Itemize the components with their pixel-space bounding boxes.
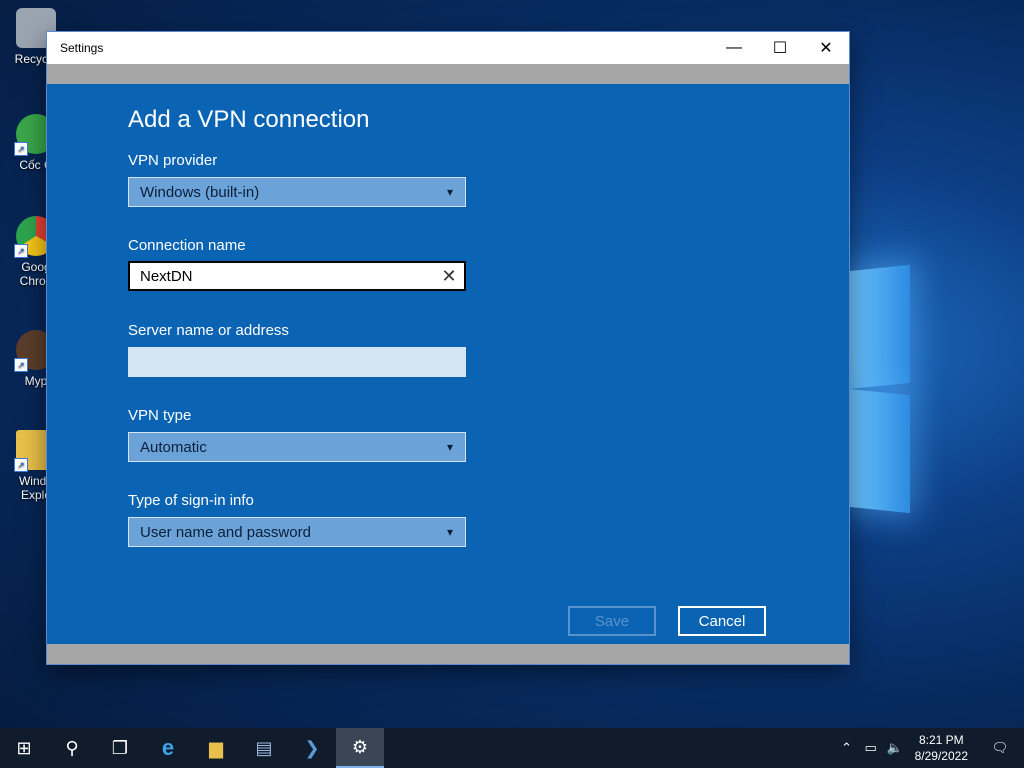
- internet-explorer-button[interactable]: e: [144, 728, 192, 768]
- connection-name-label: Connection name: [128, 237, 246, 254]
- folder-icon: ▆: [209, 737, 223, 758]
- clock[interactable]: 8:21 PM 8/29/2022: [907, 732, 976, 764]
- connection-name-input[interactable]: NextDN ✕: [128, 261, 466, 291]
- vpn-provider-value: Windows (built-in): [140, 183, 260, 201]
- search-icon: ⚲: [65, 737, 79, 758]
- taskbar: ⊞ ⚲ ❐ e ▆ ▤ ❯ ⚙ ⌃ ▭ 🔈 8:21 PM 8/29/2022 …: [0, 728, 1024, 768]
- close-button[interactable]: ✕: [803, 32, 849, 64]
- windows-start-icon: ⊞: [16, 737, 32, 758]
- server-address-input[interactable]: [128, 347, 466, 377]
- signin-type-value: User name and password: [140, 523, 311, 541]
- chevron-down-icon: ▾: [446, 440, 454, 454]
- settings-taskbar-button[interactable]: ⚙: [336, 728, 384, 768]
- chevron-down-icon: ▾: [446, 525, 454, 539]
- gear-icon: ⚙: [351, 736, 369, 757]
- internet-explorer-icon: e: [161, 735, 175, 760]
- system-tray: ⌃ ▭ 🔈 8:21 PM 8/29/2022 🗨: [835, 728, 1024, 768]
- save-button[interactable]: Save: [568, 606, 656, 636]
- search-button[interactable]: ⚲: [48, 728, 96, 768]
- network-icon[interactable]: ▭: [859, 740, 883, 756]
- server-manager-icon: ▤: [255, 737, 273, 758]
- chevron-down-icon: ▾: [446, 185, 454, 199]
- notifications-icon[interactable]: 🗨: [976, 740, 1024, 756]
- vpn-type-label: VPN type: [128, 407, 192, 424]
- start-button[interactable]: ⊞: [0, 728, 48, 768]
- server-manager-button[interactable]: ▤: [240, 728, 288, 768]
- task-view-icon: ❐: [111, 737, 129, 758]
- server-address-label: Server name or address: [128, 322, 289, 339]
- task-view-button[interactable]: ❐: [96, 728, 144, 768]
- window-title: Settings: [60, 41, 104, 55]
- powershell-button[interactable]: ❯: [288, 728, 336, 768]
- top-gray-bar: [47, 64, 849, 84]
- signin-type-dropdown[interactable]: User name and password ▾: [128, 517, 466, 547]
- vpn-form: Add a VPN connection VPN provider Window…: [47, 84, 849, 644]
- clock-time: 8:21 PM: [918, 733, 964, 747]
- vpn-provider-dropdown[interactable]: Windows (built-in) ▾: [128, 177, 466, 207]
- clear-icon[interactable]: ✕: [434, 266, 464, 287]
- page-title: Add a VPN connection: [128, 106, 370, 133]
- title-bar[interactable]: Settings — ☐ ✕: [47, 32, 849, 64]
- settings-window: Settings — ☐ ✕ Add a VPN connection VPN …: [47, 32, 849, 664]
- signin-type-label: Type of sign-in info: [128, 492, 254, 509]
- bottom-gray-bar: [47, 644, 849, 664]
- vpn-type-dropdown[interactable]: Automatic ▾: [128, 432, 466, 462]
- volume-muted-icon[interactable]: 🔈: [883, 740, 907, 756]
- chevron-up-icon[interactable]: ⌃: [835, 740, 859, 756]
- vpn-provider-label: VPN provider: [128, 152, 218, 169]
- vpn-type-value: Automatic: [140, 438, 207, 456]
- minimize-button[interactable]: —: [711, 32, 757, 64]
- powershell-icon: ❯: [304, 737, 320, 758]
- file-explorer-button[interactable]: ▆: [192, 728, 240, 768]
- maximize-button[interactable]: ☐: [757, 32, 803, 64]
- cancel-button[interactable]: Cancel: [678, 606, 766, 636]
- windows-logo-wallpaper: [840, 250, 920, 520]
- desktop-icon-label: Myp: [24, 374, 48, 388]
- connection-name-value: NextDN: [140, 267, 193, 285]
- clock-date: 8/29/2022: [914, 749, 968, 763]
